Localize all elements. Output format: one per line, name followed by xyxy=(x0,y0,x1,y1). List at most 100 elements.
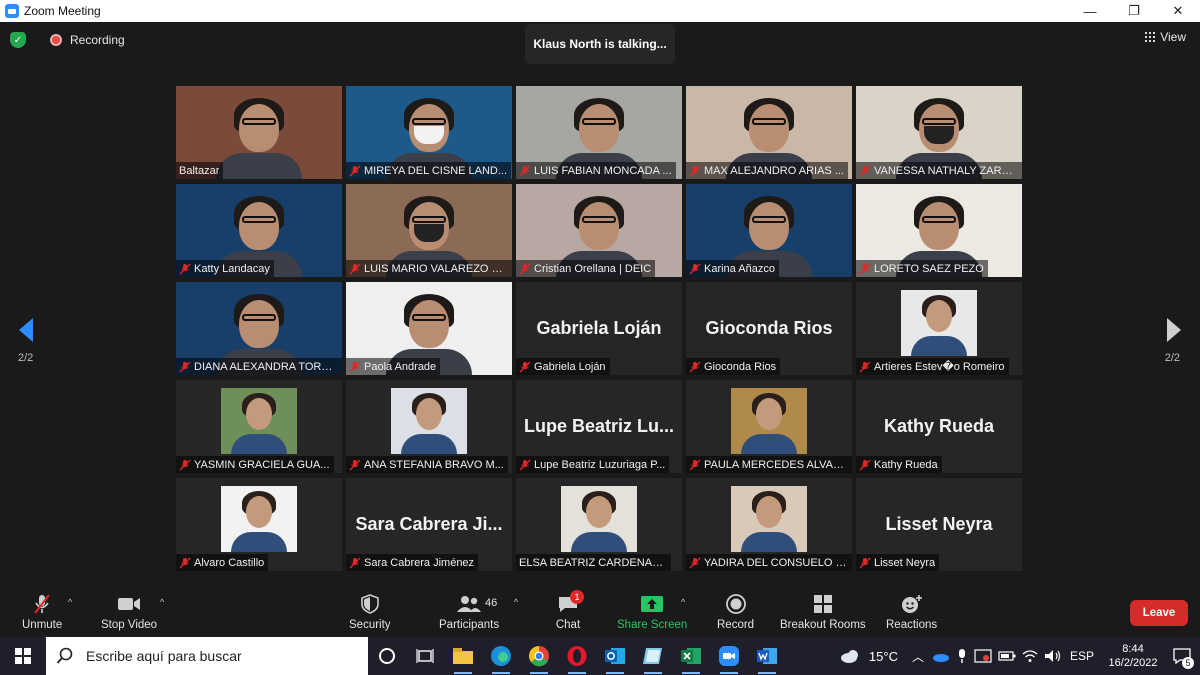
muted-mic-icon xyxy=(859,263,871,274)
notes-app-icon[interactable] xyxy=(634,637,672,675)
participant-tile[interactable]: PAULA MERCEDES ALVAR... xyxy=(686,380,852,473)
face-mask xyxy=(414,224,444,242)
glasses xyxy=(922,118,956,125)
glasses xyxy=(922,216,956,223)
temperature-readout[interactable]: 15°C xyxy=(869,649,898,664)
participant-display-name: Lisset Neyra xyxy=(885,514,993,534)
participant-name-bar: LUIS MARIO VALAREZO C... xyxy=(346,260,512,277)
participant-tile[interactable]: Cristian Orellana | DEIC xyxy=(516,184,682,277)
share-screen-button[interactable]: Share Screen xyxy=(617,593,687,631)
participant-tile[interactable]: DIANA ALEXANDRA TORR... xyxy=(176,282,342,375)
participant-tile[interactable]: YADIRA DEL CONSUELO S... xyxy=(686,478,852,571)
cortana-icon[interactable] xyxy=(368,637,406,675)
participants-options-caret-icon[interactable]: ^ xyxy=(514,597,518,607)
input-language[interactable]: ESP xyxy=(1070,649,1094,663)
share-options-caret-icon[interactable]: ^ xyxy=(681,597,685,607)
participant-name-bar: LORETO SAEZ PEZO xyxy=(856,260,988,277)
participant-tile[interactable]: ELSA BEATRIZ CARDENAS SE... xyxy=(516,478,682,571)
participant-tile[interactable]: Sara Cabrera Ji... Sara Cabrera Jiménez xyxy=(346,478,512,571)
chat-button[interactable]: 1 Chat xyxy=(555,590,584,631)
speaker-volume-icon[interactable] xyxy=(1044,649,1062,663)
share-screen-label: Share Screen xyxy=(617,619,688,631)
participant-tile[interactable]: LORETO SAEZ PEZO xyxy=(856,184,1022,277)
meeting-status: ✓ Recording xyxy=(10,32,125,48)
participant-tile[interactable]: Karina Añazco xyxy=(686,184,852,277)
onedrive-cloud-icon[interactable] xyxy=(932,650,950,662)
zoom-taskbar-icon[interactable] xyxy=(710,637,748,675)
clock[interactable]: 8:44 16/2/2022 xyxy=(1102,642,1164,670)
record-button[interactable]: Record xyxy=(717,593,754,631)
participant-tile[interactable]: Alvaro Castillo xyxy=(176,478,342,571)
participant-name: LORETO SAEZ PEZO xyxy=(874,262,984,275)
meeting-tray-icon[interactable] xyxy=(974,649,992,663)
close-button[interactable]: ✕ xyxy=(1156,0,1200,22)
participant-tile[interactable]: Artieres Estev�o Romeiro xyxy=(856,282,1022,375)
outlook-icon[interactable] xyxy=(596,637,634,675)
tray-overflow-chevron-icon[interactable]: ︿ xyxy=(912,648,924,665)
chrome-browser-icon[interactable] xyxy=(520,637,558,675)
participant-name-bar: Lupe Beatriz Luzuriaga P... xyxy=(516,456,670,473)
task-view-icon[interactable] xyxy=(406,637,444,675)
leave-button[interactable]: Leave xyxy=(1130,600,1188,626)
participant-tile[interactable]: Gioconda Rios Gioconda Rios xyxy=(686,282,852,375)
security-button[interactable]: Security xyxy=(349,593,391,631)
page-indicator-left: 2/2 xyxy=(18,352,34,364)
participant-tile[interactable]: LUIS FABIAN MONCADA ... xyxy=(516,86,682,179)
participant-tile[interactable]: VANESSA NATHALY ZARA... xyxy=(856,86,1022,179)
stop-video-button[interactable]: Stop Video xyxy=(101,593,157,631)
participant-tile[interactable]: Gabriela Loján Gabriela Loján xyxy=(516,282,682,375)
participant-name-bar: Cristian Orellana | DEIC xyxy=(516,260,656,277)
muted-mic-icon xyxy=(179,459,191,470)
participant-name-bar: LUIS FABIAN MONCADA ... xyxy=(516,162,676,179)
minimize-button[interactable]: — xyxy=(1068,0,1112,22)
window-title: Zoom Meeting xyxy=(24,4,101,18)
participant-tile[interactable]: Paola Andrade xyxy=(346,282,512,375)
microphone-tray-icon[interactable] xyxy=(956,648,968,664)
glasses xyxy=(242,314,276,321)
breakout-rooms-button[interactable]: Breakout Rooms xyxy=(780,593,866,631)
glasses xyxy=(242,118,276,125)
previous-page-arrow-icon[interactable] xyxy=(18,317,34,343)
face-mask xyxy=(414,126,444,144)
participant-tile[interactable]: MIREYA DEL CISNE LAND... xyxy=(346,86,512,179)
participant-name-bar: Gabriela Loján xyxy=(516,358,610,375)
battery-icon[interactable] xyxy=(998,650,1016,662)
participant-tile[interactable]: Baltazar xyxy=(176,86,342,179)
participant-tile[interactable]: Kathy Rueda Kathy Rueda xyxy=(856,380,1022,473)
participant-tile[interactable]: YASMIN GRACIELA GUA... xyxy=(176,380,342,473)
view-button[interactable]: View xyxy=(1145,30,1186,44)
muted-mic-icon xyxy=(859,557,871,568)
profile-photo xyxy=(731,486,807,552)
muted-mic-icon xyxy=(349,459,361,470)
participant-name: MAX ALEJANDRO ARIAS ... xyxy=(704,164,844,177)
security-shield-icon[interactable]: ✓ xyxy=(10,32,26,48)
word-icon[interactable] xyxy=(748,637,786,675)
participant-tile[interactable]: MAX ALEJANDRO ARIAS ... xyxy=(686,86,852,179)
participant-tile[interactable]: LUIS MARIO VALAREZO C... xyxy=(346,184,512,277)
weather-cloud-icon[interactable] xyxy=(839,647,863,665)
excel-icon[interactable] xyxy=(672,637,710,675)
glasses xyxy=(412,314,446,321)
next-page-arrow-icon[interactable] xyxy=(1166,317,1182,343)
wifi-icon[interactable] xyxy=(1022,649,1038,663)
audio-options-caret-icon[interactable]: ^ xyxy=(68,597,72,607)
edge-browser-icon[interactable] xyxy=(482,637,520,675)
search-icon xyxy=(56,647,73,664)
file-explorer-icon[interactable] xyxy=(444,637,482,675)
video-options-caret-icon[interactable]: ^ xyxy=(160,597,164,607)
participant-tile[interactable]: ANA STEFANIA BRAVO M... xyxy=(346,380,512,473)
breakout-rooms-label: Breakout Rooms xyxy=(780,619,866,631)
unmute-button[interactable]: Unmute xyxy=(22,593,62,631)
participant-tile[interactable]: Lupe Beatriz Lu... Lupe Beatriz Luzuriaga… xyxy=(516,380,682,473)
participant-name-bar: Lisset Neyra xyxy=(856,554,940,571)
video-camera-icon xyxy=(116,593,142,615)
participant-name-bar: PAULA MERCEDES ALVAR... xyxy=(686,456,852,473)
maximize-button[interactable]: ❐ xyxy=(1112,0,1156,22)
taskbar-search-box[interactable]: Escribe aquí para buscar xyxy=(46,637,368,675)
participant-tile[interactable]: Katty Landacay xyxy=(176,184,342,277)
start-button[interactable] xyxy=(0,637,46,675)
reactions-button[interactable]: Reactions xyxy=(886,593,937,631)
participant-tile[interactable]: Lisset Neyra Lisset Neyra xyxy=(856,478,1022,571)
opera-browser-icon[interactable] xyxy=(558,637,596,675)
notifications-button[interactable]: 5 xyxy=(1164,637,1200,675)
